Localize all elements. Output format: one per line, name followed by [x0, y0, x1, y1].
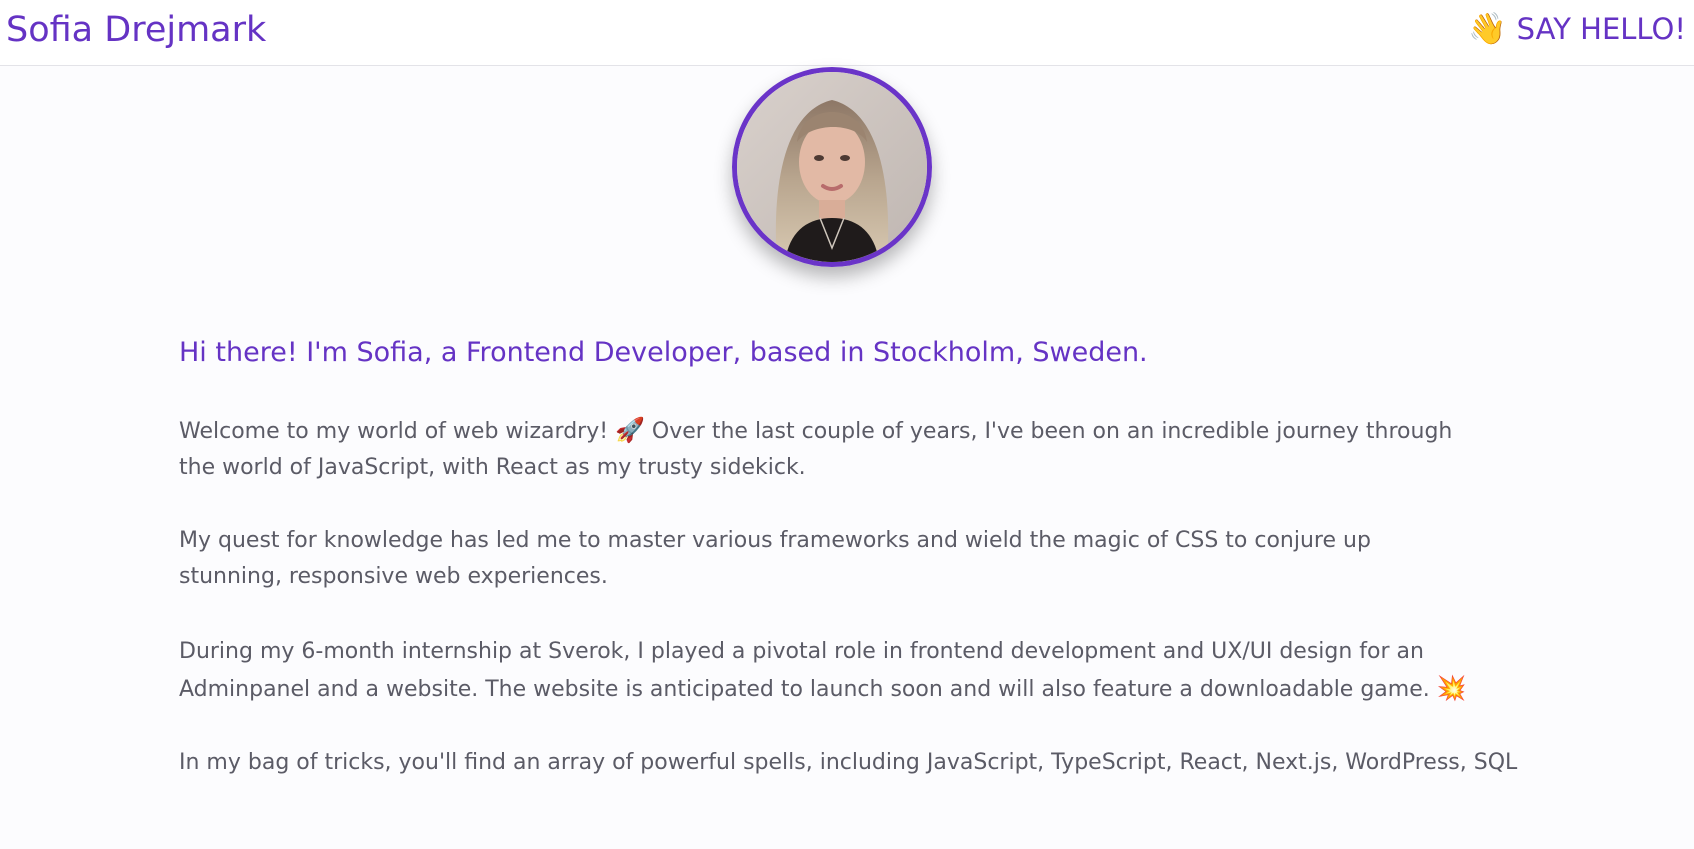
- say-hello-button[interactable]: 👋 SAY HELLO!: [1468, 9, 1686, 49]
- site-header: Sofia Drejmark 👋 SAY HELLO!: [0, 0, 1694, 66]
- paragraph-welcome-text-start: Welcome to my world of web wizardry!: [179, 419, 616, 444]
- paragraph-quest: My quest for knowledge has led me to mas…: [179, 528, 1371, 589]
- profile-photo: [737, 72, 927, 262]
- rocket-icon: 🚀: [615, 416, 645, 444]
- paragraph-internship: During my 6-month internship at Sverok, …: [179, 634, 1479, 708]
- intro-heading: Hi there! I'm Sofia, a Frontend Develope…: [179, 337, 1148, 368]
- say-hello-label: SAY HELLO!: [1516, 12, 1686, 46]
- collision-icon: 💥: [1436, 674, 1467, 702]
- waving-hand-icon: 👋: [1468, 11, 1507, 47]
- paragraph-welcome: Welcome to my world of web wizardry! 🚀 O…: [179, 412, 1479, 486]
- avatar: [732, 67, 932, 267]
- brand-link[interactable]: Sofia Drejmark: [6, 8, 266, 52]
- paragraph-internship-text: During my 6-month internship at Sverok, …: [179, 639, 1437, 702]
- paragraph-skills: In my bag of tricks, you'll find an arra…: [179, 750, 1518, 775]
